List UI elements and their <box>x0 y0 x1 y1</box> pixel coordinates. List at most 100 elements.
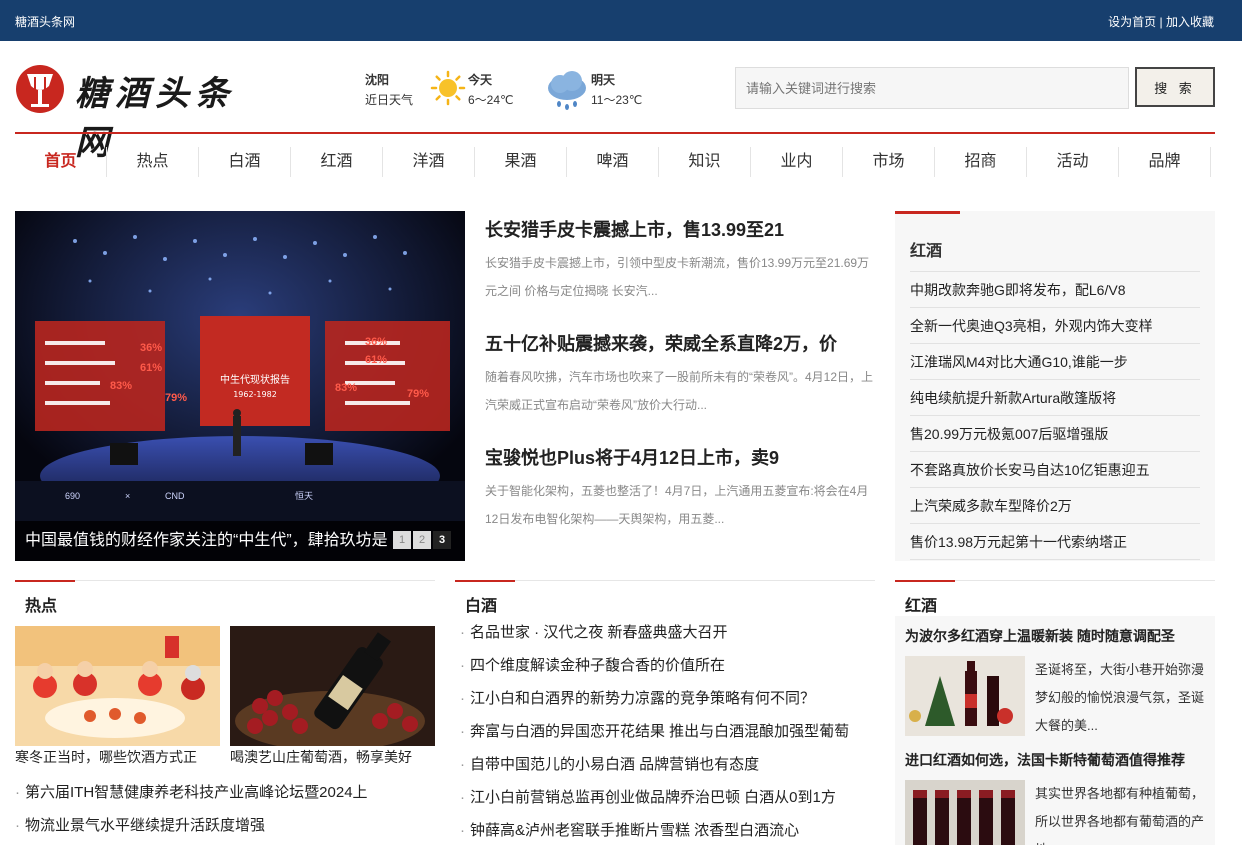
svg-text:恒天: 恒天 <box>295 490 313 501</box>
side-news-item[interactable]: 纯电续航提升新款Artura敞篷版将 <box>910 380 1200 416</box>
list-item[interactable]: 第六届ITH智慧健康养老科技产业高峰论坛暨2024上 <box>15 776 435 809</box>
side-news-item[interactable]: 全新一代奥迪Q3亮相，外观内饰大变样 <box>910 308 1200 344</box>
tomorrow-temp: 11～23℃ <box>591 93 643 107</box>
list-item[interactable]: 江小白前营销总监再创业做品牌乔治巴顿 白酒从0到1方 <box>460 781 875 814</box>
wine-bottles-image <box>905 780 1025 845</box>
nav-item-hongjiu[interactable]: 红酒 <box>291 147 383 177</box>
headline-list: 长安猎手皮卡震撼上市，售13.99至21 长安猎手皮卡震撼上市，引领中型皮卡新潮… <box>485 211 875 553</box>
side-news-item[interactable]: 售20.99万元极氪007后驱增强版 <box>910 416 1200 452</box>
hot-list: 第六届ITH智慧健康养老科技产业高峰论坛暨2024上 物流业景气水平继续提升活跃… <box>15 776 435 842</box>
side-news-item[interactable]: 上汽荣威多款车型降价2万 <box>910 488 1200 524</box>
hongjiu-section: 红酒 为波尔多红酒穿上温暖新装 随时随意调配圣 圣诞将至，大街小巷开始弥漫梦幻般… <box>895 580 1215 845</box>
rain-cloud-icon <box>548 71 586 110</box>
nav-item-guojiu[interactable]: 果酒 <box>475 147 567 177</box>
hot-pic-caption[interactable]: 喝澳艺山庄葡萄酒，畅享美好 <box>230 746 435 768</box>
search-button[interactable]: 搜 索 <box>1135 67 1215 107</box>
hongjiu-item-title[interactable]: 为波尔多红酒穿上温暖新装 随时随意调配圣 <box>905 616 1205 656</box>
weather-city: 沈阳 近日天气 <box>365 70 413 110</box>
section-accent <box>15 580 75 582</box>
nav-item-home[interactable]: 首页 <box>15 147 107 177</box>
hot-section-title[interactable]: 热点 <box>25 592 57 616</box>
side-news-item[interactable]: 江淮瑞风M4对比大通G10,谁能一步 <box>910 344 1200 380</box>
nav-item-pijiu[interactable]: 啤酒 <box>567 147 659 177</box>
today-temp: 6～24℃ <box>468 93 514 107</box>
hot-section: 热点 寒冬正当时，哪些饮酒方式正 喝澳艺山庄葡萄酒，畅享美好 · 第六届ITH智… <box>15 580 435 842</box>
main-nav: 首页 热点 白酒 红酒 洋酒 果酒 啤酒 知识 业内 市场 招商 活动 品牌 <box>15 132 1215 190</box>
site-name[interactable]: 糖酒头条网 <box>15 13 75 30</box>
weather-label: 近日天气 <box>365 93 414 107</box>
hot-pic-caption[interactable]: 寒冬正当时，哪些饮酒方式正 <box>15 746 220 768</box>
today-label: 今天 <box>468 73 493 87</box>
svg-text:×: × <box>125 491 130 501</box>
weather-today: 今天 6～24℃ <box>468 70 514 110</box>
nav-item-yangjiu[interactable]: 洋酒 <box>383 147 475 177</box>
slider-dot[interactable]: 2 <box>413 531 431 549</box>
hot-pic-image[interactable] <box>15 626 220 746</box>
featured-slider[interactable]: 36% 61% 83% 79% 36% 61% 83% 79% 中生代现状报告 1962-1… <box>15 211 465 561</box>
nav-item-knowledge[interactable]: 知识 <box>659 147 751 177</box>
nav-item-hot[interactable]: 热点 <box>107 147 199 177</box>
hongjiu-item: 进口红酒如何选，法国卡斯特葡萄酒值得推荐 其实世界各地都有种植葡萄，所以世界各地… <box>895 740 1215 845</box>
side-news-item[interactable]: 中期改款奔驰G即将发布，配L6/V8 <box>910 272 1200 308</box>
section-header: 白酒 <box>455 580 875 616</box>
stage-sub: 1962-1982 <box>233 390 277 399</box>
nav-item-baijiu[interactable]: 白酒 <box>199 147 291 177</box>
sun-icon <box>430 70 466 106</box>
christmas-wine-image <box>905 656 1025 736</box>
nav-item-brand[interactable]: 品牌 <box>1119 147 1211 177</box>
side-news-box: 红酒 中期改款奔驰G即将发布，配L6/V8 全新一代奥迪Q3亮相，外观内饰大变样… <box>895 211 1215 561</box>
search-input[interactable] <box>735 67 1129 109</box>
side-news-item[interactable]: 售价13.98万元起第十一代索纳塔正 <box>910 524 1200 560</box>
list-item[interactable]: 四个维度解读金种子馥合香的价值所在 <box>460 649 875 682</box>
headline-item: 宝骏悦也Plus将于4月12日上市，卖9 关于智能化架构，五菱也整活了！4月7日… <box>485 439 875 553</box>
separator: | <box>1159 15 1163 29</box>
baijiu-section-title[interactable]: 白酒 <box>465 592 497 616</box>
tomorrow-label: 明天 <box>591 73 616 87</box>
nav-item-market[interactable]: 市场 <box>843 147 935 177</box>
hot-pic-card[interactable]: 寒冬正当时，哪些饮酒方式正 <box>15 626 220 768</box>
headline-title[interactable]: 长安猎手皮卡震撼上市，售13.99至21 <box>485 211 875 249</box>
svg-text:690: 690 <box>65 491 80 501</box>
nav-item-investment[interactable]: 招商 <box>935 147 1027 177</box>
top-bar: 糖酒头条网 设为首页 | 加入收藏 <box>0 0 1242 41</box>
svg-text:CND: CND <box>165 491 185 501</box>
hongjiu-item-summary: 圣诞将至，大街小巷开始弥漫梦幻般的愉悦浪漫气氛，圣诞大餐的美... <box>1035 662 1205 733</box>
side-box-title[interactable]: 红酒 <box>910 237 942 261</box>
headline-summary: 关于智能化架构，五菱也整活了！4月7日，上汽通用五菱宣布:将会在4月12日发布电… <box>485 484 869 526</box>
hot-pic-image[interactable] <box>230 626 435 746</box>
section-header: 红酒 <box>895 580 1215 616</box>
site-logo[interactable]: 糖酒头条网 <box>15 62 270 163</box>
set-home-link[interactable]: 设为首页 <box>1108 15 1156 29</box>
list-item[interactable]: 名品世家 · 汉代之夜 新春盛典盛大召开 <box>460 616 875 649</box>
baijiu-list: 名品世家 · 汉代之夜 新春盛典盛大召开 四个维度解读金种子馥合香的价值所在 江… <box>460 616 875 845</box>
slider-dot[interactable]: 1 <box>393 531 411 549</box>
svg-text:36%: 36% <box>365 336 387 348</box>
slider-pager: 1 2 3 <box>393 531 451 549</box>
section-accent <box>455 580 515 582</box>
list-item[interactable]: 钟薛高&泸州老窖联手推断片雪糕 浓香型白酒流心 <box>460 814 875 845</box>
section-header: 热点 <box>15 580 435 616</box>
bookmark-link[interactable]: 加入收藏 <box>1166 15 1214 29</box>
nav-item-events[interactable]: 活动 <box>1027 147 1119 177</box>
city-name: 沈阳 <box>365 73 390 87</box>
svg-text:61%: 61% <box>140 362 162 374</box>
headline-title[interactable]: 五十亿补贴震撼来袭，荣威全系直降2万，价 <box>485 325 875 363</box>
slider-dot-active[interactable]: 3 <box>433 531 451 549</box>
hot-pic-card[interactable]: 喝澳艺山庄葡萄酒，畅享美好 <box>230 626 435 768</box>
hongjiu-item-title[interactable]: 进口红酒如何选，法国卡斯特葡萄酒值得推荐 <box>905 740 1205 780</box>
side-news-item[interactable]: 不套路真放价长安马自达10亿钜惠迎五 <box>910 452 1200 488</box>
headline-item: 五十亿补贴震撼来袭，荣威全系直降2万，价 随着春风吹拂，汽车市场也吹来了一股前所… <box>485 325 875 439</box>
hongjiu-section-title[interactable]: 红酒 <box>905 592 937 616</box>
hongjiu-thumb[interactable] <box>905 780 1025 845</box>
list-item[interactable]: 物流业景气水平继续提升活跃度增强 <box>15 809 435 842</box>
svg-text:79%: 79% <box>165 392 187 404</box>
list-item[interactable]: 奔富与白酒的异国恋开花结果 推出与白酒混酿加强型葡萄 <box>460 715 875 748</box>
hongjiu-thumb[interactable] <box>905 656 1025 736</box>
list-item[interactable]: 江小白和白酒界的新势力凉露的竞争策略有何不同？ <box>460 682 875 715</box>
headline-summary: 随着春风吹拂，汽车市场也吹来了一股前所未有的“荣卷风”。4月12日，上汽荣威正式… <box>485 370 874 412</box>
svg-text:36%: 36% <box>140 342 162 354</box>
nav-item-industry[interactable]: 业内 <box>751 147 843 177</box>
headline-title[interactable]: 宝骏悦也Plus将于4月12日上市，卖9 <box>485 439 875 477</box>
list-item[interactable]: 自带中国范儿的小易白酒 品牌营销也有态度 <box>460 748 875 781</box>
wine-glass-icon <box>16 65 64 113</box>
